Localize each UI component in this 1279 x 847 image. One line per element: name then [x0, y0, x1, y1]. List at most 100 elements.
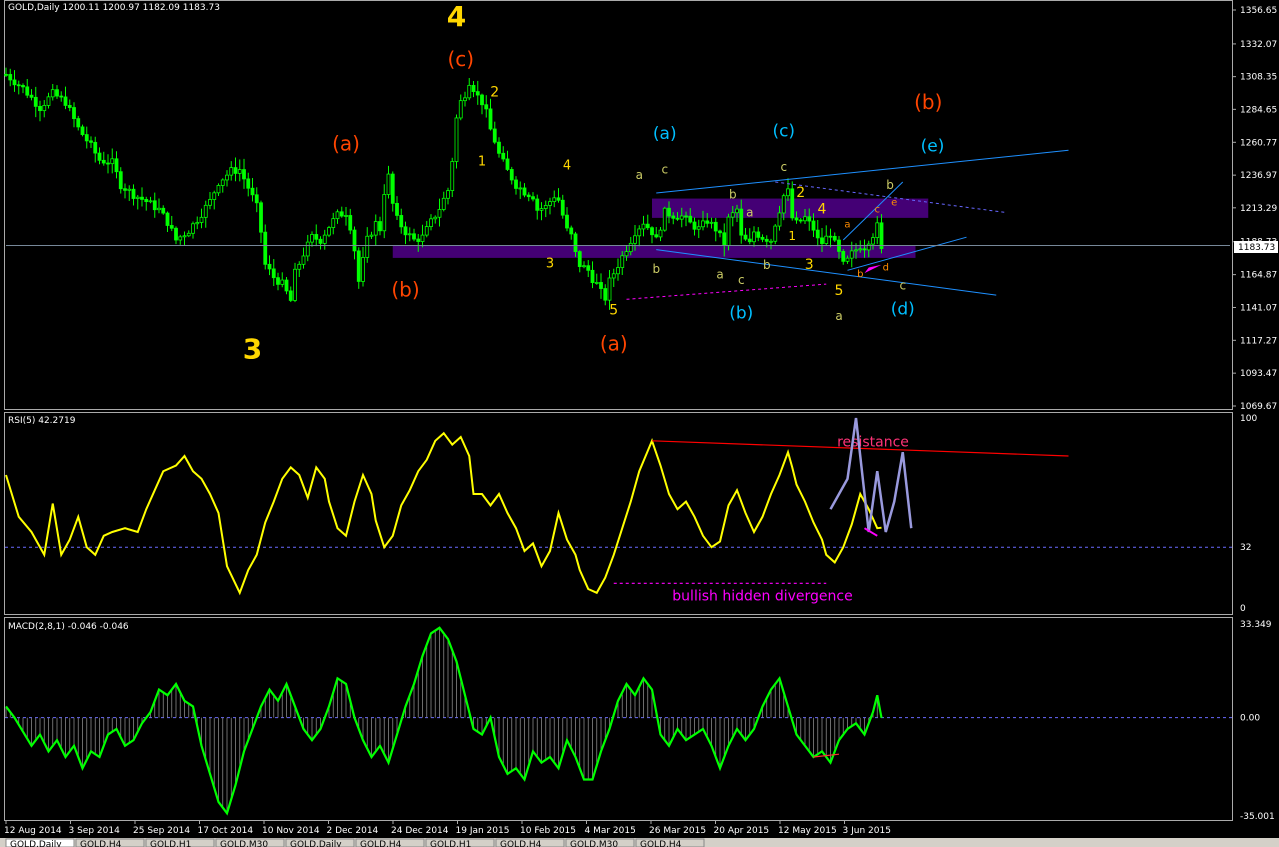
candle-body — [348, 215, 353, 231]
rsi-header: RSI(5) 42.2719 — [8, 416, 76, 426]
candle-body — [441, 197, 446, 210]
wave-label: d — [883, 262, 889, 273]
chart-tab-label: GOLD,Daily — [290, 840, 342, 847]
candle-body — [586, 265, 591, 271]
candle-body — [301, 255, 306, 265]
wave-label: (e) — [921, 137, 945, 157]
candle-body — [463, 97, 467, 102]
chart-tab-label: GOLD,H4 — [640, 840, 682, 847]
candle-body — [395, 202, 399, 216]
candle-body — [497, 141, 501, 154]
candle-body — [475, 91, 480, 96]
candle-body — [786, 188, 790, 197]
candle-body — [8, 74, 13, 81]
candle-body — [849, 250, 854, 259]
wave-label: c — [780, 160, 787, 174]
candle-body — [310, 234, 314, 243]
wave-label: c — [899, 279, 906, 293]
candle-body — [386, 173, 391, 195]
wave-label: a — [636, 168, 643, 182]
candle-body — [365, 235, 370, 258]
candle-body — [59, 95, 64, 98]
candle-body — [403, 226, 408, 236]
candle-body — [267, 263, 272, 270]
candle-body — [722, 232, 727, 247]
candle-body — [361, 257, 365, 282]
wave-label: c — [738, 273, 745, 287]
candle-body — [382, 194, 387, 232]
candle-body — [713, 221, 718, 232]
candle-body — [548, 201, 552, 206]
candle-body — [492, 128, 497, 143]
candle-body — [220, 179, 225, 186]
wave-label: b — [652, 262, 660, 276]
candle-body — [416, 238, 421, 242]
candle-body — [450, 161, 455, 191]
candle-body — [845, 257, 850, 262]
candle-body — [433, 216, 438, 220]
wave-label: 3 — [243, 333, 262, 366]
candle-body — [764, 238, 769, 242]
candle-body — [29, 94, 34, 98]
candle-body — [658, 229, 663, 238]
chart-canvas: 4(c)21 4(a)(b)335(a)(a) (c)(b)(e)(b) (d)abc… — [0, 0, 1279, 847]
wave-label: c — [875, 204, 881, 215]
x-tick-label: 2 Dec 2014 — [327, 826, 379, 836]
y-tick-label: 1213.29 — [1240, 204, 1277, 214]
rsi-tick-label: 0 — [1240, 604, 1246, 614]
candle-body — [471, 84, 476, 92]
wave-label: a — [746, 206, 753, 220]
x-tick-label: 17 Oct 2014 — [198, 826, 254, 836]
candle-body — [862, 248, 867, 251]
y-tick-label: 1093.47 — [1240, 369, 1277, 379]
candle-body — [55, 89, 59, 97]
candle-body — [866, 243, 871, 251]
candle-body — [335, 211, 340, 220]
x-tick-label: 10 Nov 2014 — [262, 826, 320, 836]
candle-body — [824, 235, 829, 244]
candle-body — [488, 108, 493, 130]
wave-label: a — [716, 268, 723, 282]
candle-body — [305, 241, 310, 257]
candle-body — [743, 234, 748, 240]
candle-body — [42, 105, 47, 112]
candle-body — [293, 268, 297, 301]
candle-body — [140, 196, 144, 200]
chart-tab-label: GOLD,H1 — [150, 840, 191, 847]
candle-body — [131, 188, 136, 199]
wave-label: 4 — [563, 159, 571, 174]
candle-body — [696, 226, 701, 230]
candle-body — [820, 237, 824, 244]
candle-body — [752, 231, 756, 243]
candle-body — [611, 273, 616, 279]
candle-body — [446, 190, 450, 199]
candle-body — [4, 73, 8, 76]
candle-body — [701, 220, 705, 228]
candle-body — [688, 215, 693, 223]
candle-body — [242, 169, 246, 180]
x-tick-label: 19 Jan 2015 — [456, 826, 510, 836]
y-tick-label: 1260.77 — [1240, 138, 1277, 148]
candle-body — [169, 225, 174, 229]
wave-label: 3 — [805, 257, 814, 273]
macd-header: MACD(2,8,1) -0.046 -0.046 — [8, 622, 129, 632]
wave-label: (d) — [891, 299, 915, 319]
candle-body — [747, 238, 752, 243]
supply-zone-0 — [652, 198, 929, 218]
macd-tick-label: -35.001 — [1240, 812, 1275, 822]
candle-body — [667, 207, 671, 217]
candle-body — [552, 197, 557, 203]
candle-body — [633, 235, 637, 244]
candle-body — [246, 178, 251, 189]
y-tick-label: 1308.35 — [1240, 73, 1277, 83]
candle-body — [424, 226, 429, 236]
candle-body — [832, 236, 837, 241]
candle-body — [539, 208, 544, 211]
candle-body — [675, 217, 680, 220]
wave-label: 1 — [478, 154, 486, 169]
candle-body — [331, 218, 336, 228]
candle-body — [594, 282, 599, 284]
candle-body — [807, 216, 812, 222]
candle-body — [565, 214, 569, 229]
candle-body — [582, 265, 586, 268]
